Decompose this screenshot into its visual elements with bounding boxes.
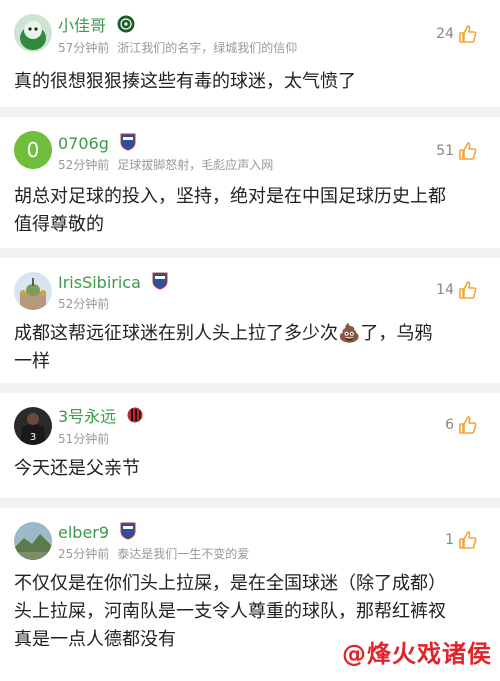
like-count: 14 [436,282,454,298]
avatar[interactable] [14,522,52,560]
separator [0,498,500,508]
timestamp: 52分钟前 [58,297,110,311]
comment-card: IrisSibirica 52分钟前 14 成都这帮远征球迷在别人头上拉了多少次… [0,258,500,383]
comment-card: 3 3号永远 51分钟前 6 今天还是父亲节 [0,393,500,498]
like-button[interactable]: 24 [436,24,478,44]
like-button[interactable]: 14 [436,280,478,300]
comment-card: 0 0706g 52分钟前 足球拔脚怒射，毛彪应声入网 51 胡总对足球的投入，坚… [0,117,500,248]
timestamp: 57分钟前 [58,41,110,55]
user-signature: 足球拔脚怒射，毛彪应声入网 [117,158,274,172]
avatar[interactable]: 3 [14,407,52,445]
separator [0,248,500,258]
username[interactable]: elber9 [58,522,136,545]
church-avatar-icon [14,272,52,310]
shield-badge-icon [120,133,136,156]
club-badge-icon [117,15,135,38]
thumbs-up-icon [459,281,477,299]
comment-text: 胡总对足球的投入，坚持，绝对是在中国足球历史上都 值得尊敬的 [14,186,446,235]
user-signature: 浙江我们的名字，绿城我们的信仰 [117,41,298,55]
comment-meta: 52分钟前 [58,296,109,312]
like-count: 24 [436,26,454,42]
username[interactable]: 小佳哥 [58,15,135,38]
thumbs-up-icon [459,142,477,160]
svg-text:0: 0 [27,138,40,162]
thumbs-up-icon [459,416,477,434]
comment-text: 真的很想狠狠揍这些有毒的球迷，太气愤了 [14,71,356,92]
like-count: 6 [445,417,454,433]
separator [0,383,500,393]
separator [0,107,500,117]
avatar[interactable] [14,14,52,52]
comment-meta: 52分钟前 足球拔脚怒射，毛彪应声入网 [58,157,273,173]
like-count: 51 [436,143,454,159]
landscape-avatar-icon [14,522,52,560]
like-button[interactable]: 51 [436,141,478,161]
club-badge-icon [127,407,143,428]
username[interactable]: 0706g [58,133,136,156]
comment-meta: 51分钟前 [58,431,109,447]
like-button[interactable]: 1 [445,530,478,550]
like-count: 1 [445,532,454,548]
username[interactable]: 3号永远 [58,407,143,428]
like-button[interactable]: 6 [445,415,478,435]
comment-text: 成都这帮远征球迷在别人头上拉了多少次💩了，乌鸦 一样 [14,323,433,372]
letter-avatar-icon: 0 [14,131,52,169]
thumbs-up-icon [459,25,477,43]
thumbs-up-icon [459,531,477,549]
mascot-avatar-icon [14,14,52,52]
comment-card: 小佳哥 57分钟前 浙江我们的名字，绿城我们的信仰 24 真的很想狠狠揍这些有毒的… [0,0,500,107]
username[interactable]: IrisSibirica [58,272,168,295]
jersey-avatar-icon: 3 [14,407,52,445]
avatar[interactable]: 0 [14,131,52,169]
user-signature: 泰达是我们一生不变的爱 [117,547,250,561]
timestamp: 51分钟前 [58,432,110,446]
shield-badge-icon [120,522,136,545]
comment-meta: 57分钟前 浙江我们的名字，绿城我们的信仰 [58,40,297,56]
comment-meta: 25分钟前 泰达是我们一生不变的爱 [58,546,249,562]
avatar[interactable] [14,272,52,310]
timestamp: 52分钟前 [58,158,110,172]
shield-badge-icon [152,272,168,295]
svg-text:3: 3 [30,432,36,443]
watermark: @烽火戏诸侯 [342,640,492,668]
comment-text: 今天还是父亲节 [14,458,140,479]
timestamp: 25分钟前 [58,547,110,561]
